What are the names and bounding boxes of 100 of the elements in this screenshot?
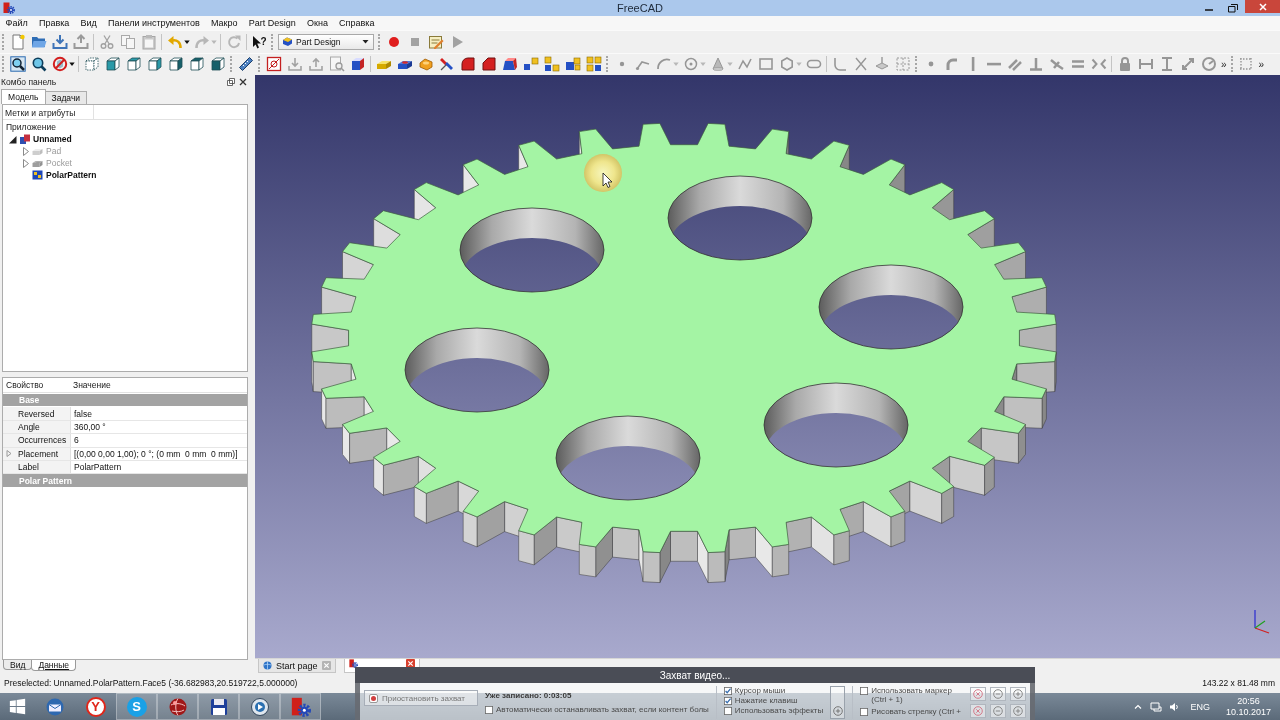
toolbar-grip[interactable] <box>378 33 382 50</box>
taskbar-button[interactable] <box>239 693 280 720</box>
checkbox[interactable] <box>485 705 493 714</box>
wireframe-cube-icon[interactable] <box>83 56 100 73</box>
menu-item[interactable]: Файл <box>0 18 34 28</box>
toolbar-grip[interactable] <box>271 33 275 50</box>
document-tab[interactable]: Start page <box>258 659 336 673</box>
zoom-icon[interactable] <box>30 56 47 73</box>
taskbar-button[interactable] <box>198 693 239 720</box>
checkbox[interactable] <box>723 686 732 695</box>
checkbox[interactable] <box>860 686 869 695</box>
minus-button[interactable] <box>990 687 1007 701</box>
play-circle-icon <box>249 696 270 717</box>
crossed-bars-icon[interactable] <box>438 56 455 73</box>
plus-button[interactable] <box>1010 687 1027 701</box>
panel-tab[interactable]: Задачи <box>44 91 88 104</box>
ruler-icon[interactable] <box>237 56 254 73</box>
download-icon[interactable] <box>51 33 68 50</box>
plus-circle-icon <box>1013 706 1024 716</box>
menu-item[interactable]: Справка <box>333 18 380 28</box>
taskbar-button[interactable] <box>280 693 321 720</box>
squares-pattern-icon[interactable] <box>564 56 581 73</box>
app-logo-icon[interactable] <box>3 2 15 14</box>
checkbox-label: Использовать эффекты <box>734 706 824 715</box>
language-indicator[interactable]: ENG <box>1190 701 1210 712</box>
close-icon[interactable] <box>239 78 247 86</box>
add-effect-button[interactable] <box>830 686 846 719</box>
clock-time[interactable]: 20:56 <box>1237 695 1260 707</box>
view-cube-icon[interactable] <box>146 56 163 73</box>
column-header[interactable]: Свойство <box>3 380 71 390</box>
new-file-icon[interactable] <box>9 33 26 50</box>
panel-tab[interactable]: Данные <box>31 660 77 671</box>
clock-date[interactable]: 10.10.2017 <box>1225 706 1271 718</box>
toolbar-grip[interactable] <box>606 56 609 73</box>
menu-item[interactable]: Вид <box>74 18 103 28</box>
clear-button[interactable] <box>970 687 987 701</box>
globe-icon <box>167 696 188 717</box>
view-cube-icon[interactable] <box>188 56 205 73</box>
more-tools-button[interactable]: » <box>1219 56 1229 73</box>
toolbar-grip[interactable] <box>258 56 261 73</box>
checkbox[interactable] <box>860 707 869 716</box>
browser-logo-icon[interactable]: Y <box>85 696 106 717</box>
close-button[interactable] <box>1245 0 1280 13</box>
view-cube-icon[interactable] <box>104 56 121 73</box>
property-row[interactable]: Reversed false <box>3 407 247 421</box>
beveled-block-icon[interactable] <box>480 56 497 73</box>
upload-icon[interactable] <box>72 33 89 50</box>
column-header[interactable]: Значение <box>71 380 247 390</box>
plus-button[interactable] <box>1010 704 1027 718</box>
menu-item[interactable]: Окна <box>301 18 334 28</box>
mail-icon[interactable] <box>44 696 65 717</box>
tapered-block-icon[interactable] <box>501 56 518 73</box>
close-circle-icon <box>973 689 984 699</box>
menu-item[interactable]: Правка <box>33 18 75 28</box>
view-cube-icon[interactable] <box>209 56 226 73</box>
app-logo-icon <box>348 659 358 668</box>
notepad-icon[interactable] <box>427 33 444 50</box>
toolbar-grip[interactable] <box>2 33 5 50</box>
workbench-dropdown[interactable]: Part Design <box>278 33 375 50</box>
property-value[interactable]: false <box>71 407 247 420</box>
cube-icon[interactable] <box>349 56 366 73</box>
tree-item[interactable]: Unnamed <box>33 134 72 144</box>
squares-pattern-icon[interactable] <box>543 56 560 73</box>
two-windows-icon[interactable] <box>227 78 235 86</box>
panel-tab[interactable]: Модель <box>1 89 46 104</box>
tree-item[interactable]: PolarPattern <box>46 170 97 180</box>
toolbar-grip[interactable] <box>2 56 5 73</box>
sketch-icon[interactable] <box>265 56 282 73</box>
panel-tab[interactable]: Вид <box>3 660 33 670</box>
restore-icon[interactable] <box>1227 3 1239 13</box>
checkbox[interactable] <box>723 696 732 705</box>
clear-button[interactable] <box>970 704 987 718</box>
squares-pattern-icon[interactable] <box>522 56 539 73</box>
squares-pattern-icon[interactable] <box>585 56 602 73</box>
view-cube-icon[interactable] <box>125 56 142 73</box>
toolbar-grip[interactable] <box>915 56 918 73</box>
zoom-fit-icon[interactable] <box>9 56 26 73</box>
network-icon[interactable] <box>1150 700 1163 713</box>
expand-arrow-icon[interactable] <box>6 450 12 458</box>
start-menu-icon[interactable] <box>8 698 26 715</box>
pause-capture-button[interactable]: Приостановить захват <box>364 690 478 706</box>
menu-item[interactable]: Part Design <box>243 18 302 28</box>
property-row[interactable]: Occurrences 6 <box>3 434 247 448</box>
prohibition-icon[interactable] <box>51 56 68 73</box>
property-value[interactable]: 6 <box>71 434 247 447</box>
checkbox[interactable] <box>723 706 732 715</box>
rounded-block-icon[interactable] <box>459 56 476 73</box>
tree-arrow-icon[interactable] <box>8 134 19 144</box>
minus-button[interactable] <box>990 704 1007 718</box>
more-tools-button[interactable]: » <box>1256 56 1267 73</box>
volume-icon[interactable] <box>1168 700 1181 713</box>
column-header[interactable]: Метки и атрибуты <box>3 105 94 119</box>
minus-circle-icon <box>993 689 1004 699</box>
whats-this-button[interactable]: ? <box>251 33 267 50</box>
toolbar-grip[interactable] <box>1230 56 1234 73</box>
menu-item[interactable]: Панели инструментов <box>102 18 206 28</box>
view-cube-icon[interactable] <box>167 56 184 73</box>
toolbar-grip[interactable] <box>230 56 233 73</box>
menu-item[interactable]: Макро <box>205 18 244 28</box>
taskbar-button[interactable] <box>157 693 198 720</box>
